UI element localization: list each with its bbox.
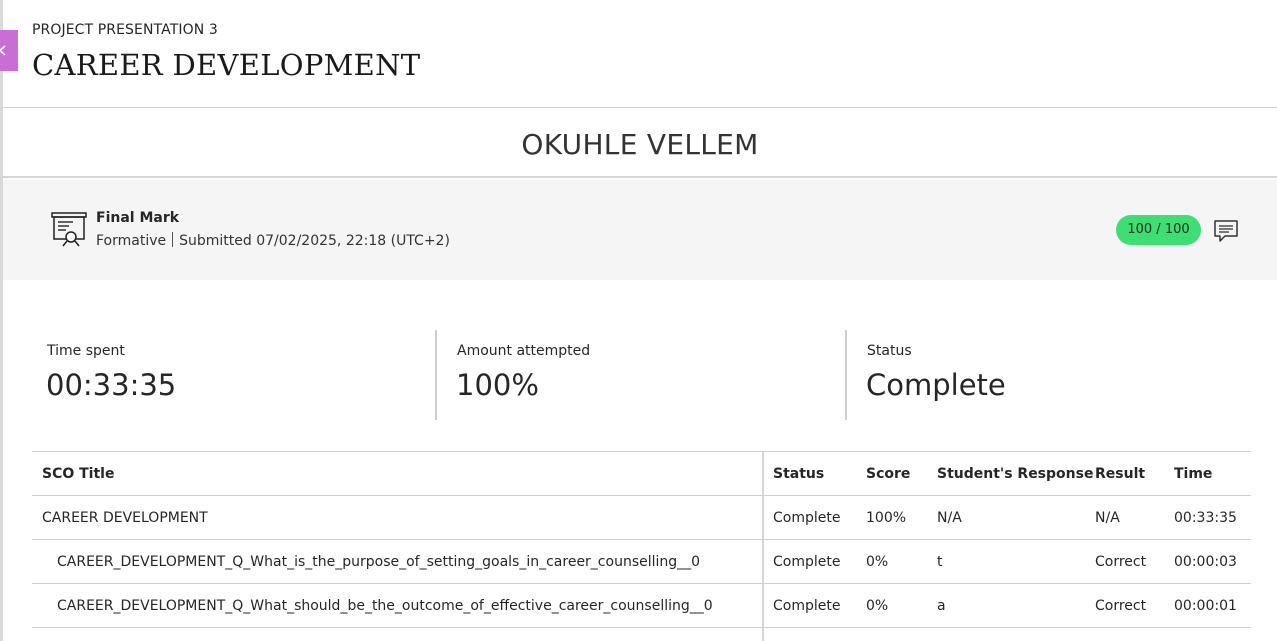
- column-header-score[interactable]: Score: [866, 452, 910, 495]
- student-name: OKUHLE VELLEM: [521, 128, 759, 161]
- score-cell: 0%: [866, 554, 889, 570]
- status-cell: Complete: [773, 598, 841, 614]
- table-row: CAREER DEVELOPMENT Complete 100% N/A N/A…: [32, 496, 1251, 540]
- final-mark-title: Final Mark: [96, 210, 180, 226]
- page-title: CAREER DEVELOPMENT: [32, 48, 421, 82]
- column-header-result[interactable]: Result: [1095, 452, 1145, 495]
- presentation-certificate-icon: [51, 212, 87, 247]
- status-cell: Complete: [773, 510, 841, 526]
- table-header-row: SCO Title Status Score Student's Respons…: [32, 452, 1251, 496]
- column-header-time[interactable]: Time: [1174, 452, 1212, 495]
- student-name-banner: OKUHLE VELLEM: [3, 108, 1277, 178]
- table-row: CAREER_DEVELOPMENT_Q_What_is_the_purpose…: [32, 540, 1251, 584]
- sco-results-table: SCO Title Status Score Student's Respons…: [32, 451, 1251, 641]
- time-cell: 00:00:01: [1174, 598, 1237, 614]
- assessment-kicker: PROJECT PRESENTATION 3: [32, 22, 218, 38]
- result-cell: N/A: [1095, 510, 1120, 526]
- meta-divider: [172, 232, 174, 247]
- result-cell: Correct: [1095, 554, 1147, 570]
- final-mark-bar: Final Mark Formative Submitted 07/02/2025…: [3, 180, 1277, 280]
- sco-title-cell: CAREER DEVELOPMENT: [42, 510, 208, 526]
- stat-value: Complete: [866, 368, 1006, 402]
- status-cell: Complete: [773, 554, 841, 570]
- score-cell: 100%: [866, 510, 907, 526]
- chevron-left-icon: [0, 45, 6, 56]
- result-cell: Correct: [1095, 598, 1147, 614]
- close-panel-button[interactable]: [0, 30, 18, 71]
- attempt-stats: Time spent 00:33:35 Amount attempted 100…: [32, 330, 1252, 420]
- assessment-type: Formative: [96, 233, 167, 249]
- table-row: CAREER_DEVELOPMENT_Q_What_should_be_the_…: [32, 584, 1251, 628]
- sco-title-cell: CAREER_DEVELOPMENT_Q_What_should_be_the_…: [57, 598, 713, 614]
- stat-label: Amount attempted: [457, 343, 591, 359]
- score-cell: 0%: [866, 598, 889, 614]
- time-cell: 00:33:35: [1174, 510, 1237, 526]
- feedback-comment-icon[interactable]: [1213, 218, 1239, 244]
- column-header-status[interactable]: Status: [773, 452, 824, 495]
- response-cell: N/A: [937, 510, 962, 526]
- column-header-response[interactable]: Student's Response: [937, 452, 1093, 495]
- stat-label: Status: [867, 343, 912, 359]
- column-header-sco-title[interactable]: SCO Title: [42, 452, 114, 495]
- time-cell: 00:00:03: [1174, 554, 1237, 570]
- response-cell: a: [937, 598, 946, 614]
- stat-amount-attempted: Amount attempted 100%: [435, 330, 840, 420]
- stat-label: Time spent: [47, 343, 125, 359]
- score-badge[interactable]: 100 / 100: [1116, 215, 1201, 245]
- final-mark-meta: Formative Submitted 07/02/2025, 22:18 (UT…: [96, 232, 450, 249]
- submission-date: Submitted 07/02/2025, 22:18 (UTC+2): [179, 233, 450, 249]
- stat-value: 100%: [456, 368, 539, 402]
- response-cell: t: [937, 554, 943, 570]
- stat-status: Status Complete: [845, 330, 1250, 420]
- page-header: PROJECT PRESENTATION 3 CAREER DEVELOPMEN…: [3, 0, 1277, 108]
- stat-value: 00:33:35: [46, 368, 177, 402]
- sco-title-cell: CAREER_DEVELOPMENT_Q_What_is_the_purpose…: [57, 554, 701, 570]
- stat-time-spent: Time spent 00:33:35: [32, 330, 437, 420]
